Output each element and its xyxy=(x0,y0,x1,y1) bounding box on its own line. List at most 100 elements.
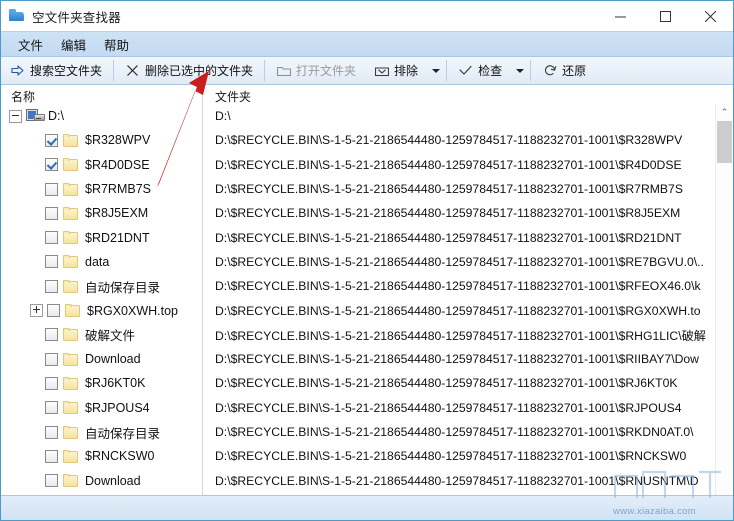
minimize-button[interactable] xyxy=(598,1,643,31)
list-vscroll-track[interactable] xyxy=(716,121,733,520)
folder-checkbox[interactable] xyxy=(45,255,58,269)
list-vscroll-thumb[interactable] xyxy=(717,121,732,163)
folder-checkbox[interactable] xyxy=(45,279,58,293)
window-title: 空文件夹查找器 xyxy=(32,10,121,25)
path-row-text: D:\$RECYCLE.BIN\S-1-5-21-2186544480-1259… xyxy=(215,182,683,197)
delete-selected-folders-button[interactable]: 删除已选中的文件夹 xyxy=(116,57,262,84)
main-content: 名称 D:\ $R328WPV $R4D0DSE $R7RMB7S $R8J5EXM $R… xyxy=(1,85,733,520)
search-empty-folders-button[interactable]: 搜索空文件夹 xyxy=(1,57,111,84)
path-row[interactable]: D:\$RECYCLE.BIN\S-1-5-21-2186544480-1259… xyxy=(203,371,733,395)
tree-row-label: $R4D0DSE xyxy=(85,157,150,172)
folder-tree[interactable]: D:\ $R328WPV $R4D0DSE $R7RMB7S $R8J5EXM $RD21… xyxy=(1,104,202,520)
exclude-button[interactable]: 排除 xyxy=(365,57,427,84)
folder-checkbox[interactable] xyxy=(45,328,58,342)
tree-row-label: $RGX0XWH.top xyxy=(87,303,179,318)
folder-checkbox[interactable] xyxy=(45,158,58,172)
tree-row[interactable]: $R4D0DSE xyxy=(1,153,202,177)
tree-row[interactable]: $RD21DNT xyxy=(1,225,202,249)
restore-button[interactable]: 还原 xyxy=(533,57,595,84)
menu-item-file[interactable]: 文件 xyxy=(9,33,52,56)
folder-tree-pane: 名称 D:\ $R328WPV $R4D0DSE $R7RMB7S $R8J5EXM $R… xyxy=(1,85,203,520)
path-row[interactable]: D:\$RECYCLE.BIN\S-1-5-21-2186544480-1259… xyxy=(203,177,733,201)
exclude-dropdown-arrow[interactable] xyxy=(427,57,444,84)
path-row[interactable]: D:\$RECYCLE.BIN\S-1-5-21-2186544480-1259… xyxy=(203,420,733,444)
folder-icon xyxy=(63,206,79,220)
tree-row[interactable]: Download xyxy=(1,347,202,371)
tree-row-label: $R328WPV xyxy=(85,133,151,148)
folder-checkbox[interactable] xyxy=(45,206,58,220)
folder-checkbox[interactable] xyxy=(45,401,58,415)
path-row[interactable]: D:\$RECYCLE.BIN\S-1-5-21-2186544480-1259… xyxy=(203,153,733,177)
status-bar xyxy=(1,495,733,520)
folder-icon xyxy=(63,158,79,172)
tree-row[interactable]: $RJPOUS4 xyxy=(1,396,202,420)
scroll-up-arrow-icon[interactable]: ⌃ xyxy=(716,104,733,121)
path-row[interactable]: D:\ xyxy=(203,104,733,128)
folder-icon xyxy=(63,133,79,147)
folder-checkbox[interactable] xyxy=(45,449,58,463)
tree-row[interactable]: $RGX0XWH.top xyxy=(1,298,202,322)
tree-row[interactable]: $RJ6KT0K xyxy=(1,371,202,395)
path-row[interactable]: D:\$RECYCLE.BIN\S-1-5-21-2186544480-1259… xyxy=(203,225,733,249)
tree-row[interactable]: 自动保存目录 xyxy=(1,420,202,444)
path-row[interactable]: D:\$RECYCLE.BIN\S-1-5-21-2186544480-1259… xyxy=(203,468,733,492)
tree-row[interactable]: Download xyxy=(1,468,202,492)
folder-icon xyxy=(63,401,79,415)
tree-row[interactable]: 破解文件 xyxy=(1,323,202,347)
open-folder-button[interactable]: 打开文件夹 xyxy=(267,57,365,84)
path-row[interactable]: D:\$RECYCLE.BIN\S-1-5-21-2186544480-1259… xyxy=(203,201,733,225)
tree-row[interactable]: $R7RMB7S xyxy=(1,177,202,201)
tree-row-label: 自动保存目录 xyxy=(85,280,161,295)
folder-checkbox[interactable] xyxy=(45,182,58,196)
tree-row[interactable]: D:\ xyxy=(1,104,202,128)
blue-folder-icon xyxy=(9,8,25,24)
tree-row[interactable]: data xyxy=(1,250,202,274)
collapse-node-icon[interactable] xyxy=(9,109,22,123)
path-row[interactable]: D:\$RECYCLE.BIN\S-1-5-21-2186544480-1259… xyxy=(203,250,733,274)
path-row[interactable]: D:\$RECYCLE.BIN\S-1-5-21-2186544480-1259… xyxy=(203,444,733,468)
tree-row[interactable]: $R8J5EXM xyxy=(1,201,202,225)
path-row[interactable]: D:\$RECYCLE.BIN\S-1-5-21-2186544480-1259… xyxy=(203,274,733,298)
path-row[interactable]: D:\$RECYCLE.BIN\S-1-5-21-2186544480-1259… xyxy=(203,298,733,322)
path-row-text: D:\$RECYCLE.BIN\S-1-5-21-2186544480-1259… xyxy=(215,425,694,439)
path-row-text: D:\$RECYCLE.BIN\S-1-5-21-2186544480-1259… xyxy=(215,328,706,343)
menu-item-edit[interactable]: 编辑 xyxy=(52,33,95,56)
close-button[interactable] xyxy=(688,1,733,31)
path-row-text: D:\$RECYCLE.BIN\S-1-5-21-2186544480-1259… xyxy=(215,157,682,172)
folder-checkbox[interactable] xyxy=(45,133,58,147)
path-row[interactable]: D:\$RECYCLE.BIN\S-1-5-21-2186544480-1259… xyxy=(203,347,733,371)
chevron-down-icon xyxy=(515,68,524,73)
title-bar: 空文件夹查找器 xyxy=(1,1,733,31)
check-dropdown-arrow[interactable] xyxy=(511,57,528,84)
check-button[interactable]: 检查 xyxy=(449,57,511,84)
toolbar-separator-1 xyxy=(113,60,115,81)
list-vertical-scrollbar[interactable]: ⌃ ⌄ xyxy=(715,104,733,520)
path-row[interactable]: D:\$RECYCLE.BIN\S-1-5-21-2186544480-1259… xyxy=(203,323,733,347)
path-row-text: D:\$RECYCLE.BIN\S-1-5-21-2186544480-1259… xyxy=(215,230,682,245)
check-mark-icon xyxy=(458,63,473,78)
folder-icon xyxy=(63,182,79,196)
tree-row-label: $RNCKSW0 xyxy=(85,449,155,464)
menu-item-help[interactable]: 帮助 xyxy=(95,33,138,56)
folder-checkbox[interactable] xyxy=(47,304,60,318)
folder-checkbox[interactable] xyxy=(45,352,58,366)
tree-row-label: Download xyxy=(85,473,141,488)
folder-path-pane: 文件夹 D:\ D:\$RECYCLE.BIN\S-1-5-21-21865444… xyxy=(203,85,733,520)
tree-row[interactable]: $RNCKSW0 xyxy=(1,444,202,468)
folder-checkbox[interactable] xyxy=(45,425,58,439)
path-row[interactable]: D:\$RECYCLE.BIN\S-1-5-21-2186544480-1259… xyxy=(203,128,733,152)
path-row[interactable]: D:\$RECYCLE.BIN\S-1-5-21-2186544480-1259… xyxy=(203,396,733,420)
folder-checkbox[interactable] xyxy=(45,231,58,245)
folder-checkbox[interactable] xyxy=(45,474,58,488)
arrow-right-icon xyxy=(10,63,25,78)
maximize-button[interactable] xyxy=(643,1,688,31)
restore-label: 还原 xyxy=(562,64,587,78)
path-row-text: D:\$RECYCLE.BIN\S-1-5-21-2186544480-1259… xyxy=(215,352,699,367)
tree-row[interactable]: 自动保存目录 xyxy=(1,274,202,298)
tree-row[interactable]: $R328WPV xyxy=(1,128,202,152)
folder-checkbox[interactable] xyxy=(45,376,58,390)
folder-icon xyxy=(63,425,79,439)
folder-path-list[interactable]: D:\ D:\$RECYCLE.BIN\S-1-5-21-2186544480-1… xyxy=(203,104,733,520)
expand-node-icon[interactable] xyxy=(30,304,43,318)
tree-row-label: $R8J5EXM xyxy=(85,206,149,221)
